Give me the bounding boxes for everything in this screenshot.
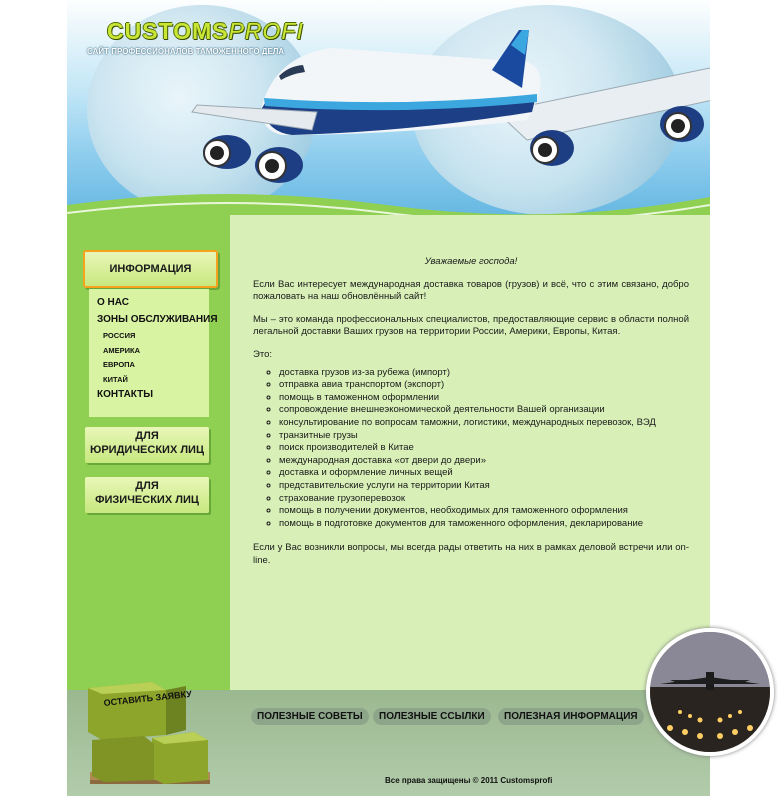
menu-item-zones[interactable]: ЗОНЫ ОБСЛУЖИВАНИЯ: [97, 314, 218, 325]
intro-paragraph: Если Вас интересует международная достав…: [253, 278, 689, 303]
list-item: представительские услуги на территории К…: [279, 480, 689, 493]
list-item: международная доставка «от двери до двер…: [279, 455, 689, 468]
menu-item-contacts[interactable]: КОНТАКТЫ: [97, 389, 153, 400]
sidebar: ИНФОРМАЦИЯ О НАС ЗОНЫ ОБСЛУЖИВАНИЯ РОССИ…: [67, 215, 230, 690]
phys-tab-line2: ФИЗИЧЕСКИХ ЛИЦ: [95, 494, 199, 506]
list-item: отправка авиа транспортом (экспорт): [279, 379, 689, 392]
team-paragraph: Мы – это команда профессиональных специа…: [253, 313, 689, 338]
header-banner: CUSTOMSPROFI САЙТ ПРОФЕССИОНАЛОВ ТАМОЖЕН…: [67, 0, 710, 215]
info-menu: О НАС ЗОНЫ ОБСЛУЖИВАНИЯ РОССИЯ АМЕРИКА Е…: [89, 289, 218, 445]
contact-paragraph: Если у Вас возникли вопросы, мы всегда р…: [253, 542, 689, 566]
useful-tips-link[interactable]: ПОЛЕЗНЫЕ СОВЕТЫ: [251, 708, 369, 725]
list-item: консультирование по вопросам таможни, ло…: [279, 417, 689, 430]
individuals-tab[interactable]: ДЛЯ ФИЗИЧЕСКИХ ЛИЦ: [85, 477, 209, 513]
greeting-heading: Уважаемые господа!: [424, 256, 518, 267]
list-item: транзитные грузы: [279, 430, 689, 443]
copyright-text: Все права защищены © 2011 Customsprofi: [385, 776, 553, 785]
legal-entities-tab[interactable]: ДЛЯ ЮРИДИЧЕСКИХ ЛИЦ: [85, 427, 209, 463]
airport-night-image: [646, 628, 774, 756]
main-content: Уважаемые господа! Если Вас интересует м…: [253, 256, 689, 567]
useful-links-link[interactable]: ПОЛЕЗНЫЕ ССЫЛКИ: [373, 708, 491, 725]
request-boxes-image[interactable]: ОСТАВИТЬ ЗАЯВКУ: [82, 680, 217, 786]
header-wave: [67, 194, 710, 215]
site-logo[interactable]: CUSTOMSPROFI: [107, 18, 304, 45]
info-tab[interactable]: ИНФОРМАЦИЯ: [83, 250, 218, 288]
legal-tab-line1: ДЛЯ: [135, 430, 159, 442]
legal-tab-line2: ЮРИДИЧЕСКИХ ЛИЦ: [89, 444, 204, 456]
services-intro: Это:: [253, 348, 272, 360]
menu-item-about[interactable]: О НАС: [97, 297, 129, 308]
services-list: доставка грузов из-за рубежа (импорт) от…: [253, 367, 689, 531]
list-item: помощь в получении документов, необходим…: [279, 505, 689, 518]
site-tagline: САЙТ ПРОФЕССИОНАЛОВ ТАМОЖЕННОГО ДЕЛА: [87, 47, 285, 56]
page: CUSTOMSPROFI САЙТ ПРОФЕССИОНАЛОВ ТАМОЖЕН…: [67, 0, 710, 796]
phys-tab-line1: ДЛЯ: [135, 480, 159, 492]
list-item: помощь в таможенном оформлении: [279, 392, 689, 405]
submenu-item-russia[interactable]: РОССИЯ: [103, 331, 135, 340]
submenu-item-china[interactable]: КИТАЙ: [103, 375, 128, 384]
list-item: доставка и оформление личных вещей: [279, 467, 689, 480]
list-item: поиск производителей в Китае: [279, 442, 689, 455]
submenu-item-europe[interactable]: ЕВРОПА: [103, 360, 135, 369]
list-item: доставка грузов из-за рубежа (импорт): [279, 367, 689, 380]
list-item: сопровождение внешнеэкономической деятел…: [279, 404, 689, 417]
list-item: помощь в подготовке документов для тамож…: [279, 518, 689, 531]
useful-info-link[interactable]: ПОЛЕЗНАЯ ИНФОРМАЦИЯ: [498, 708, 644, 725]
list-item: страхование грузоперевозок: [279, 493, 689, 506]
submenu-item-america[interactable]: АМЕРИКА: [103, 346, 140, 355]
